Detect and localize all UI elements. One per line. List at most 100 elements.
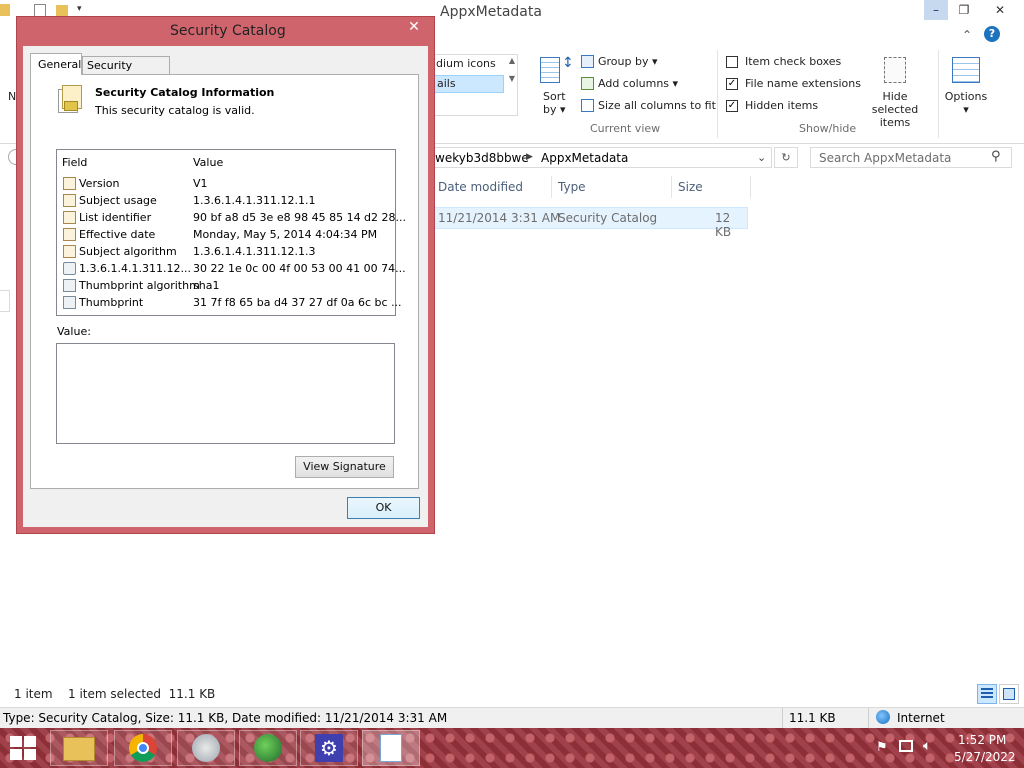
gallery-scroll[interactable]: ▲ ▼ <box>507 56 517 114</box>
taskbar-installer[interactable] <box>177 730 235 766</box>
list-item[interactable]: Thumbprint 31 7f f8 65 ba d4 37 27 df 0a… <box>57 294 402 311</box>
tab-security-catalog[interactable]: Security Catalog <box>82 56 170 85</box>
minimize-button[interactable]: – <box>924 0 948 20</box>
taskbar-file-explorer[interactable] <box>50 730 108 766</box>
column-divider <box>750 176 751 198</box>
file-row[interactable]: 11/21/2014 3:31 AM Security Catalog 12 K… <box>432 207 748 239</box>
field-value: sha1 <box>193 279 220 292</box>
taskbar-chrome[interactable] <box>114 730 172 766</box>
field-name: Thumbprint <box>79 296 144 309</box>
globe-icon <box>876 710 890 724</box>
sort-label: Sort <box>543 90 566 103</box>
field-icon <box>63 211 76 224</box>
taskbar-settings[interactable]: ⚙ <box>300 730 358 766</box>
field-value: 1.3.6.1.4.1.311.12.1.3 <box>193 245 316 258</box>
tab-general[interactable]: General <box>30 53 82 75</box>
field-name: 1.3.6.1.4.1.311.12... <box>79 262 191 275</box>
field-icon <box>63 228 76 241</box>
field-value: V1 <box>193 177 208 190</box>
hide-selected-items-button[interactable]: Hide selected items <box>858 90 932 129</box>
extension-icon <box>63 262 76 275</box>
sort-by-button[interactable]: Sort by ▾ <box>543 90 566 116</box>
start-button[interactable] <box>8 734 38 762</box>
options-button[interactable]: Options ▾ <box>944 90 988 116</box>
ribbon-controls: ⌃ ? <box>960 26 1020 44</box>
value-textbox[interactable] <box>56 343 395 444</box>
breadcrumb-separator-icon[interactable]: ▶ <box>526 152 533 162</box>
sort-arrows-icon: ↕ <box>562 55 574 71</box>
item-check-boxes-checkbox[interactable] <box>726 56 738 68</box>
property-icon <box>63 296 76 309</box>
windows-logo-icon <box>10 736 36 760</box>
field-name: Thumbprint algorithm <box>79 279 200 292</box>
list-item[interactable]: 1.3.6.1.4.1.311.12... 30 22 1e 0c 00 4f … <box>57 260 406 277</box>
options-icon <box>952 57 980 83</box>
tab-general-label: General <box>38 58 82 71</box>
hidden-items-checkbox[interactable]: ✓ <box>726 100 738 112</box>
maximize-button[interactable]: ❐ <box>951 0 977 20</box>
size-all-columns-button[interactable]: Size all columns to fit <box>598 99 716 112</box>
details-view-button[interactable] <box>977 684 997 704</box>
group-by-button[interactable]: Group by ▾ <box>598 55 658 68</box>
taskbar-media-app[interactable] <box>239 730 297 766</box>
list-header-field[interactable]: Field <box>62 156 87 169</box>
taskbar-document[interactable] <box>362 730 420 766</box>
view-signature-button[interactable]: View Signature <box>295 456 394 478</box>
search-input[interactable]: Search AppxMetadata ⚲ <box>810 147 1012 168</box>
refresh-button[interactable]: ↻ <box>774 147 798 168</box>
layout-details[interactable]: ails <box>432 75 504 93</box>
list-item[interactable]: Version V1 <box>57 175 395 192</box>
list-item[interactable]: Thumbprint algorithm sha1 <box>57 277 395 294</box>
address-bar[interactable]: wekyb3d8bbwe ▶ AppxMetadata ⌄ <box>428 147 772 168</box>
hidden-items-label[interactable]: Hidden items <box>745 99 818 112</box>
details-view-icon <box>981 688 993 700</box>
close-button[interactable]: ✕ <box>980 0 1020 20</box>
clock-time[interactable]: 1:52 PM <box>958 733 1006 747</box>
file-name-extensions-checkbox[interactable]: ✓ <box>726 78 738 90</box>
field-value: 1.3.6.1.4.1.311.12.1.1 <box>193 194 316 207</box>
field-name: List identifier <box>79 211 152 224</box>
dialog-close-button[interactable]: ✕ <box>399 17 429 37</box>
list-item[interactable]: List identifier 90 bf a8 d5 3e e8 98 45 … <box>57 209 406 226</box>
info-heading: Security Catalog Information <box>95 86 275 99</box>
file-date: 11/21/2014 3:31 AM <box>438 211 561 225</box>
large-icons-view-button[interactable] <box>999 684 1019 704</box>
breadcrumb-segment[interactable]: wekyb3d8bbwe <box>435 151 529 165</box>
item-check-boxes-label[interactable]: Item check boxes <box>745 55 841 68</box>
chrome-icon <box>129 734 157 762</box>
volume-icon[interactable]: 🔈︎ <box>923 738 931 754</box>
chevron-up-icon[interactable]: ⌃ <box>962 28 972 42</box>
network-icon[interactable] <box>899 740 913 752</box>
column-header-type[interactable]: Type <box>558 180 586 194</box>
column-header-size[interactable]: Size <box>678 180 703 194</box>
layout-medium-icons[interactable]: dium icons <box>432 56 504 72</box>
add-columns-button[interactable]: Add columns ▾ <box>598 77 678 90</box>
file-name-extensions-label[interactable]: File name extensions <box>745 77 861 90</box>
breadcrumb-current[interactable]: AppxMetadata <box>541 151 628 165</box>
hide-selected-label-1: Hide selected <box>871 90 919 116</box>
help-icon[interactable]: ? <box>984 26 1000 42</box>
options-label: Options <box>944 90 988 103</box>
list-header-value[interactable]: Value <box>193 156 223 169</box>
file-size: 12 KB <box>715 211 732 239</box>
list-item[interactable]: Subject algorithm 1.3.6.1.4.1.311.12.1.3 <box>57 243 395 260</box>
column-header-date[interactable]: Date modified <box>438 180 523 194</box>
sort-by-word: by <box>543 103 557 116</box>
field-value: 31 7f f8 65 ba d4 37 27 df 0a 6c bc ... <box>193 296 402 309</box>
details-info: Type: Security Catalog, Size: 11.1 KB, D… <box>3 711 448 725</box>
item-count: 1 item <box>14 687 53 701</box>
current-view-group-label: Current view <box>590 122 661 135</box>
ok-button[interactable]: OK <box>347 497 420 519</box>
chevron-down-icon[interactable]: ⌄ <box>757 151 766 164</box>
installer-icon <box>192 734 220 762</box>
chevron-down-icon[interactable]: ▾ <box>77 4 82 14</box>
fields-list[interactable]: Field Value Version V1 Subject usage 1.3… <box>56 149 406 316</box>
ribbon-separator <box>717 50 718 138</box>
size-columns-icon <box>581 99 594 112</box>
action-center-flag-icon[interactable]: ⚑ <box>876 740 888 755</box>
group-by-label: Group by <box>598 55 649 68</box>
list-item[interactable]: Effective date Monday, May 5, 2014 4:04:… <box>57 226 395 243</box>
list-item[interactable]: Subject usage 1.3.6.1.4.1.311.12.1.1 <box>57 192 395 209</box>
media-app-icon <box>254 734 282 762</box>
clock-date[interactable]: 5/27/2022 <box>954 750 1016 764</box>
